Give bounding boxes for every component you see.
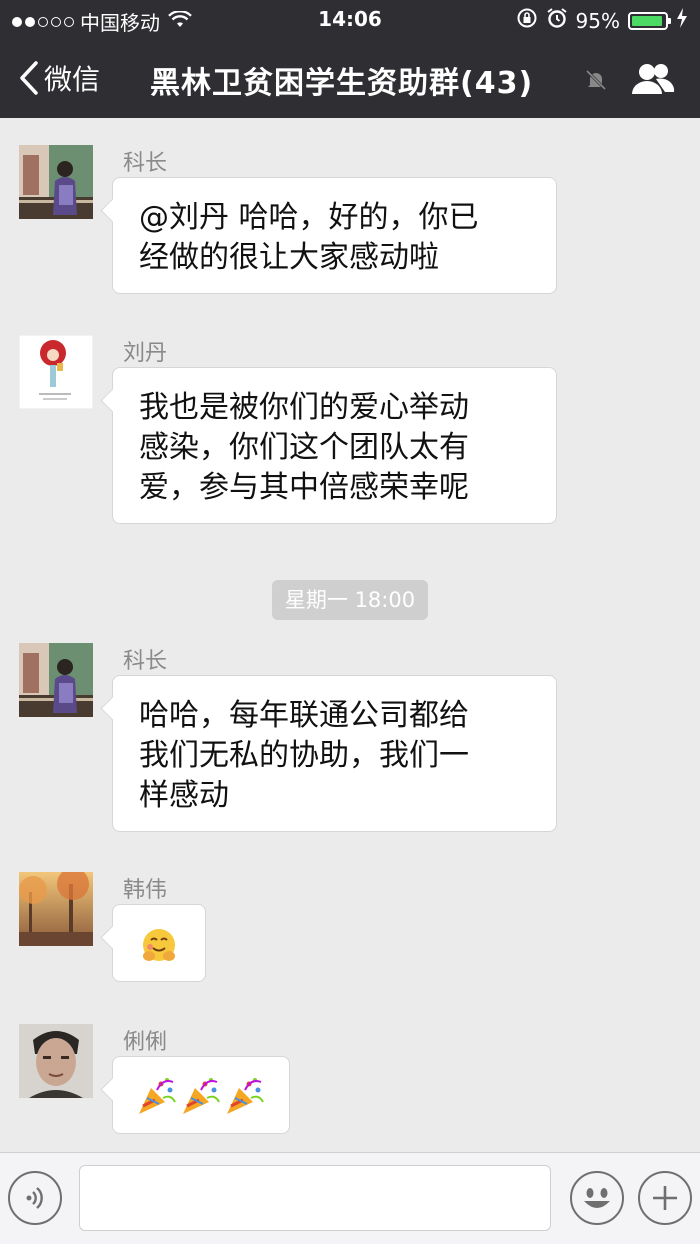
message-text-line: 样感动 <box>139 778 229 813</box>
chat-title: 黑林卫贫困学生资助群(43) <box>150 66 534 101</box>
party-popper-emoji-icon <box>137 1076 177 1127</box>
avatar[interactable] <box>19 872 93 946</box>
back-button[interactable]: 微信 <box>18 58 100 98</box>
battery-icon <box>628 11 671 30</box>
avatar[interactable] <box>19 335 93 409</box>
message-bubble[interactable]: 哈哈，每年联通公司都给 我们无私的协助，我们一 样感动 <box>112 675 557 832</box>
message-text-line: 爱，参与其中倍感荣幸呢 <box>139 470 469 505</box>
message-text-line: 我们无私的协助，我们一 <box>139 738 469 773</box>
mute-icon <box>584 68 608 96</box>
chat-area[interactable]: 科长 @刘丹 哈哈，好的，你已 经做的很让大家感动啦 刘丹 我也是被你们的爱心举… <box>0 118 700 1152</box>
sender-name: 科长 <box>123 151 168 176</box>
input-bar <box>0 1152 700 1244</box>
message-text-line: 感染，你们这个团队太有 <box>139 430 469 465</box>
message-text-line: 经做的很让大家感动啦 <box>139 240 439 275</box>
rotation-lock-icon <box>516 7 538 34</box>
sender-name: 俐俐 <box>123 1030 168 1055</box>
avatar[interactable] <box>19 1024 93 1098</box>
message-text-line: @刘丹 哈哈，好的，你已 <box>139 200 479 235</box>
chevron-left-icon <box>20 61 38 95</box>
party-popper-emoji-icon <box>181 1076 221 1127</box>
charging-icon <box>676 8 688 33</box>
alarm-icon <box>546 7 568 34</box>
emoji-button[interactable] <box>570 1171 624 1225</box>
voice-input-button[interactable] <box>8 1171 62 1225</box>
sender-name: 科长 <box>123 649 168 674</box>
sender-name: 刘丹 <box>123 341 168 366</box>
message-bubble[interactable] <box>112 904 206 982</box>
smiley-icon <box>584 1188 610 1208</box>
status-bar: 中国移动 14:06 95% <box>0 0 700 40</box>
navigation-bar: 微信 黑林卫贫困学生资助群(43) <box>0 40 700 118</box>
message-text-line: 我也是被你们的爱心举动 <box>139 390 469 425</box>
group-members-icon[interactable] <box>630 62 676 100</box>
party-popper-emoji-icon <box>225 1076 265 1127</box>
message-bubble[interactable]: @刘丹 哈哈，好的，你已 经做的很让大家感动啦 <box>112 177 557 294</box>
plus-icon <box>653 1186 677 1210</box>
timestamp-label: 星期一 18:00 <box>272 580 428 620</box>
message-bubble[interactable] <box>112 1056 290 1134</box>
battery-percent: 95% <box>575 8 620 33</box>
message-input[interactable] <box>79 1165 551 1231</box>
hug-emoji-icon <box>141 927 177 974</box>
sender-name: 韩伟 <box>123 878 168 903</box>
more-options-button[interactable] <box>638 1171 692 1225</box>
status-right: 95% <box>516 7 688 34</box>
voice-icon <box>26 1187 43 1209</box>
message-text-line: 哈哈，每年联通公司都给 <box>139 698 469 733</box>
message-bubble[interactable]: 我也是被你们的爱心举动 感染，你们这个团队太有 爱，参与其中倍感荣幸呢 <box>112 367 557 524</box>
battery-fill <box>632 15 662 26</box>
avatar[interactable] <box>19 643 93 717</box>
back-label: 微信 <box>44 63 101 96</box>
avatar[interactable] <box>19 145 93 219</box>
